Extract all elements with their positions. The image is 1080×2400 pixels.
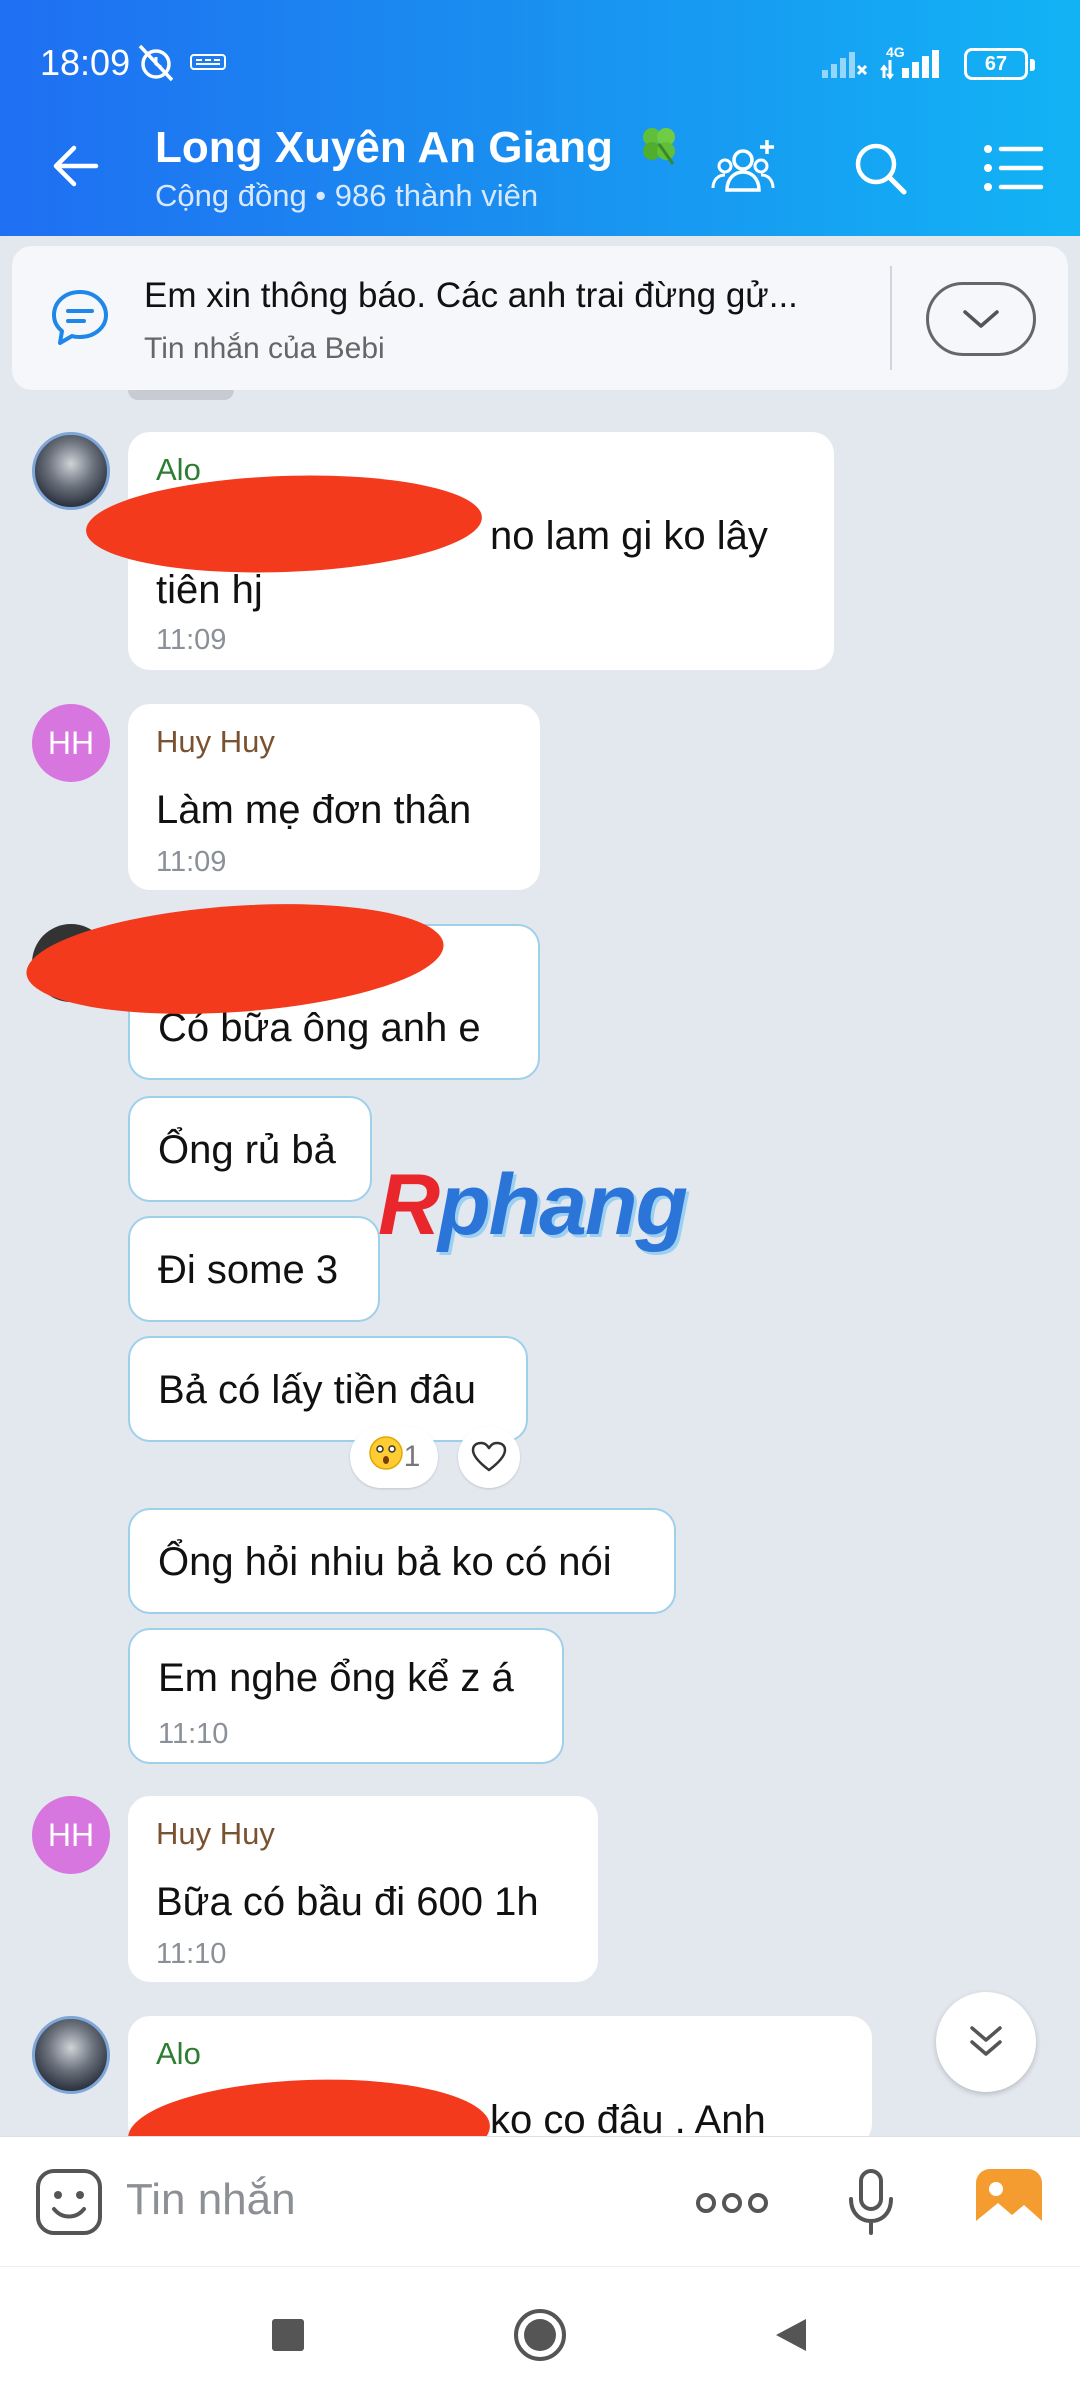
message-time: 11:09 [156, 624, 227, 656]
add-member-button[interactable] [706, 128, 786, 208]
sender-name: Alo [156, 2036, 201, 2071]
message-text: Em nghe ổng kể z á [158, 1656, 514, 1700]
scroll-to-bottom-button[interactable] [936, 1992, 1036, 2092]
status-bar: 18:09 4G 67 [0, 0, 1080, 102]
message-input-bar: Tin nhắn [0, 2136, 1080, 2266]
message-text: Bả có lấy tiền đâu [158, 1368, 476, 1412]
sender-name: Huy Huy [156, 724, 275, 759]
signal-strength-icon [880, 46, 952, 85]
search-icon [855, 143, 907, 195]
sticker-button[interactable] [34, 2167, 104, 2242]
sender-name: Huy Huy [156, 1816, 275, 1851]
message-bubble[interactable]: Ổng rủ bả [128, 1096, 372, 1202]
add-group-member-icon [711, 140, 775, 192]
arrow-left-icon [53, 145, 99, 187]
message-bubble[interactable]: Huy Huy Làm mẹ đơn thân 11:09 [128, 704, 540, 890]
avatar[interactable]: HH [32, 1796, 110, 1874]
like-button[interactable] [458, 1426, 520, 1488]
avatar[interactable] [32, 432, 110, 510]
square-icon [272, 2319, 304, 2351]
double-chevron-down-icon [970, 2026, 1002, 2056]
watermark-logo: Rphang [378, 1157, 688, 1253]
chevron-down-icon [963, 310, 999, 328]
menu-button[interactable] [974, 128, 1054, 208]
more-dots-icon [696, 2193, 768, 2213]
pinned-message[interactable]: Em xin thông báo. Các anh trai đừng gử..… [12, 246, 1068, 390]
message-text: Đi some 3 [158, 1248, 339, 1292]
divider [890, 266, 892, 370]
list-menu-icon [984, 145, 1044, 191]
image-gallery-icon [976, 2169, 1042, 2235]
battery-indicator: 67 [964, 48, 1035, 80]
avatar-initials: HH [47, 724, 95, 761]
search-button[interactable] [840, 128, 920, 208]
message-bubble[interactable]: Bả có lấy tiền đâu [128, 1336, 528, 1442]
back-button[interactable] [40, 130, 112, 202]
heart-icon [471, 1441, 507, 1472]
chat-header: Long Xuyên An Giang Cộng đồng • 986 thàn… [0, 102, 1080, 236]
message-text: Ổng hỏi nhiu bả ko có nói [158, 1540, 612, 1584]
four-leaf-clover-icon [637, 122, 681, 177]
top-bar: 18:09 4G 67 Long Xuyên An Giang Cộng đồn… [0, 0, 1080, 236]
avatar[interactable] [32, 2016, 110, 2094]
message-time: 11:10 [158, 1718, 229, 1750]
message-bubble[interactable]: Ổng hỏi nhiu bả ko có nói [128, 1508, 676, 1614]
reaction-count: 1 [403, 1440, 421, 1473]
chat-bubble-icon [48, 286, 112, 350]
system-nav-bar [0, 2266, 1080, 2400]
group-title[interactable]: Long Xuyên An Giang [155, 122, 681, 177]
message-time: 11:09 [156, 846, 227, 878]
recent-apps-button[interactable] [256, 2303, 320, 2367]
message-time: 11:10 [156, 1938, 227, 1970]
home-button[interactable] [508, 2303, 572, 2367]
triangle-back-icon [776, 2319, 806, 2351]
pinned-message-text: Em xin thông báo. Các anh trai đừng gử..… [144, 276, 798, 315]
pinned-message-source: Tin nhắn của Bebi [144, 332, 385, 365]
message-text: Ổng rủ bả [158, 1128, 336, 1172]
voice-button[interactable] [846, 2167, 896, 2242]
sender-name: Alo [156, 452, 201, 487]
gallery-button[interactable] [974, 2167, 1044, 2242]
partial-bubble-edge [128, 390, 234, 400]
avatar[interactable]: HH [32, 704, 110, 782]
group-subtitle: Cộng đồng • 986 thành viên [155, 178, 539, 213]
signal-weak-icon [820, 46, 870, 85]
message-text: Làm mẹ đơn thân [156, 788, 472, 832]
message-bubble[interactable]: Đi some 3 [128, 1216, 380, 1322]
avatar-initials: HH [47, 1816, 95, 1853]
message-bubble[interactable]: Huy Huy Bữa có bầu đi 600 1h 11:10 [128, 1796, 598, 1982]
back-nav-button[interactable] [760, 2303, 824, 2367]
message-text: no lam gi ko lây [490, 514, 768, 558]
alarm-off-icon [134, 40, 178, 89]
surprised-emoji-icon [368, 1435, 404, 1479]
expand-pinned-button[interactable] [926, 282, 1036, 356]
reaction-badge[interactable]: 1 [350, 1426, 438, 1488]
group-title-text: Long Xuyên An Giang [155, 123, 613, 172]
sticker-smile-icon [36, 2169, 102, 2235]
message-text: Bữa có bầu đi 600 1h [156, 1880, 539, 1924]
more-options-button[interactable] [694, 2173, 770, 2238]
microphone-icon [849, 2169, 893, 2235]
status-time: 18:09 [40, 42, 131, 83]
message-input[interactable]: Tin nhắn [126, 2175, 296, 2225]
notification-icon [190, 52, 226, 77]
message-bubble[interactable]: Em nghe ổng kể z á 11:10 [128, 1628, 564, 1764]
home-circle-icon [514, 2309, 566, 2361]
